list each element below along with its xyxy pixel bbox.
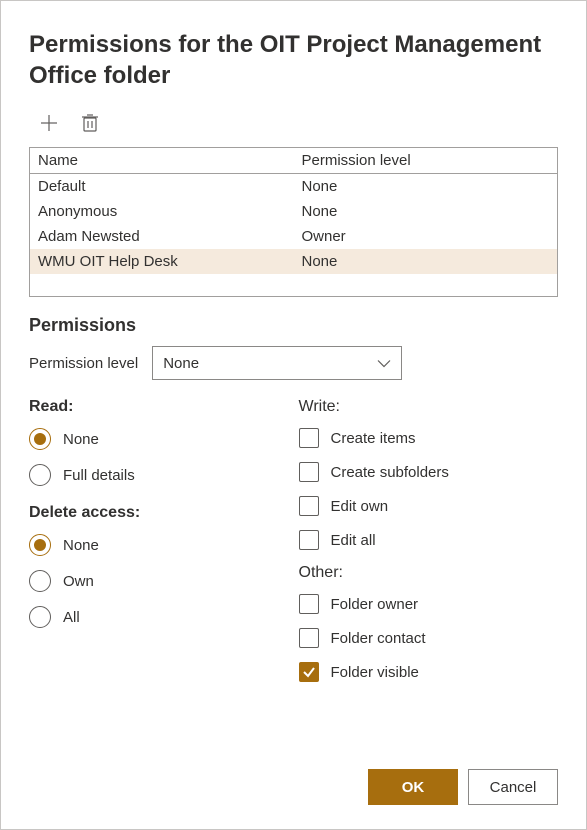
table-row[interactable]: Anonymous None xyxy=(30,199,557,224)
checkbox-icon xyxy=(299,628,319,648)
permission-options: Read: None Full details Delete access: N… xyxy=(29,398,558,696)
option-label: Full details xyxy=(63,467,135,484)
checkbox-icon xyxy=(299,594,319,614)
other-group-title: Other: xyxy=(299,564,559,582)
permission-level-select[interactable]: None xyxy=(152,346,402,380)
dialog-title: Permissions for the OIT Project Manageme… xyxy=(29,29,558,91)
read-full-radio[interactable]: Full details xyxy=(29,464,289,486)
table-spacer xyxy=(30,274,557,296)
other-folder-contact-checkbox[interactable]: Folder contact xyxy=(299,628,559,648)
option-label: None xyxy=(63,537,99,554)
cell-level: None xyxy=(294,174,558,199)
checkbox-icon xyxy=(299,462,319,482)
toolbar xyxy=(29,113,558,137)
permission-level-row: Permission level None xyxy=(29,346,558,380)
option-label: Own xyxy=(63,573,94,590)
read-none-radio[interactable]: None xyxy=(29,428,289,450)
col-header-name[interactable]: Name xyxy=(30,148,294,173)
delete-group-title: Delete access: xyxy=(29,504,289,522)
other-folder-owner-checkbox[interactable]: Folder owner xyxy=(299,594,559,614)
delete-none-radio[interactable]: None xyxy=(29,534,289,556)
chevron-down-icon xyxy=(377,355,391,372)
permissions-section-title: Permissions xyxy=(29,315,558,336)
cell-name: Anonymous xyxy=(30,199,294,224)
checkbox-icon xyxy=(299,428,319,448)
option-label: Folder contact xyxy=(331,630,426,647)
delete-all-radio[interactable]: All xyxy=(29,606,289,628)
permissions-table: Name Permission level Default None Anony… xyxy=(29,147,558,297)
dialog-buttons: OK Cancel xyxy=(368,769,558,805)
option-label: None xyxy=(63,431,99,448)
option-label: Folder owner xyxy=(331,596,419,613)
permission-level-label: Permission level xyxy=(29,355,138,372)
option-label: Folder visible xyxy=(331,664,419,681)
table-row[interactable]: Default None xyxy=(30,174,557,199)
checkbox-icon xyxy=(299,530,319,550)
cell-name: Default xyxy=(30,174,294,199)
write-edit-own-checkbox[interactable]: Edit own xyxy=(299,496,559,516)
radio-icon xyxy=(29,606,51,628)
radio-icon xyxy=(29,534,51,556)
cell-level: Owner xyxy=(294,224,558,249)
checkbox-icon xyxy=(299,662,319,682)
option-label: Create subfolders xyxy=(331,464,449,481)
right-column: Write: Create items Create subfolders Ed… xyxy=(299,398,559,696)
delete-own-radio[interactable]: Own xyxy=(29,570,289,592)
table-header-row: Name Permission level xyxy=(30,148,557,174)
checkbox-icon xyxy=(299,496,319,516)
option-label: Edit own xyxy=(331,498,389,515)
cell-name: WMU OIT Help Desk xyxy=(30,249,294,274)
radio-icon xyxy=(29,464,51,486)
option-label: Create items xyxy=(331,430,416,447)
radio-icon xyxy=(29,428,51,450)
write-create-items-checkbox[interactable]: Create items xyxy=(299,428,559,448)
cell-level: None xyxy=(294,249,558,274)
option-label: Edit all xyxy=(331,532,376,549)
write-create-subfolders-checkbox[interactable]: Create subfolders xyxy=(299,462,559,482)
col-header-level[interactable]: Permission level xyxy=(294,148,558,173)
option-label: All xyxy=(63,609,80,626)
radio-icon xyxy=(29,570,51,592)
permissions-dialog: Permissions for the OIT Project Manageme… xyxy=(0,0,587,830)
write-group-title: Write: xyxy=(299,398,559,416)
left-column: Read: None Full details Delete access: N… xyxy=(29,398,289,696)
permission-level-value: None xyxy=(163,355,199,372)
delete-icon[interactable] xyxy=(81,113,99,137)
other-folder-visible-checkbox[interactable]: Folder visible xyxy=(299,662,559,682)
table-row[interactable]: WMU OIT Help Desk None xyxy=(30,249,557,274)
cell-level: None xyxy=(294,199,558,224)
write-edit-all-checkbox[interactable]: Edit all xyxy=(299,530,559,550)
ok-button[interactable]: OK xyxy=(368,769,458,805)
read-group-title: Read: xyxy=(29,398,289,416)
add-icon[interactable] xyxy=(39,113,59,137)
table-row[interactable]: Adam Newsted Owner xyxy=(30,224,557,249)
cancel-button[interactable]: Cancel xyxy=(468,769,558,805)
cell-name: Adam Newsted xyxy=(30,224,294,249)
